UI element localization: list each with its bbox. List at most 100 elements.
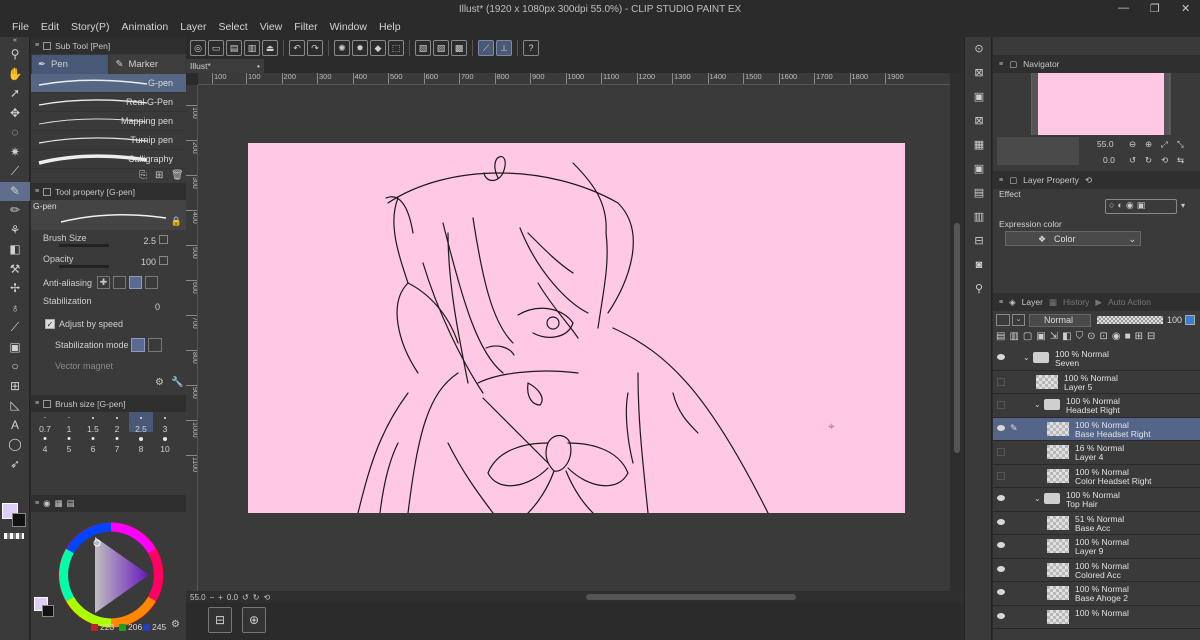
hidden-eye-icon[interactable] [997, 448, 1005, 456]
brush-item[interactable]: Turnip pen [31, 131, 186, 150]
artboard[interactable]: ⌖ [248, 143, 905, 513]
eye-icon[interactable] [997, 518, 1005, 525]
brush-tool-icon[interactable]: ⚘ [0, 221, 30, 241]
sub-view-icon[interactable]: ▣ [965, 85, 993, 109]
figure-tool-icon[interactable]: ○ [0, 357, 30, 377]
blend-tool-icon[interactable]: ✢ [0, 279, 30, 299]
transform-icon[interactable]: ⬚ [388, 40, 404, 56]
anti-aliasing-none-icon[interactable]: ✚ [97, 276, 110, 289]
tab-pen[interactable]: ✒ Pen [32, 55, 108, 74]
deselect-icon[interactable]: ▧ [415, 40, 431, 56]
maximize-icon[interactable]: ❐ [1150, 2, 1160, 15]
canvas-layout-icon[interactable]: ⊕ [242, 607, 266, 633]
color-slider-tab-icon[interactable]: ▦ [55, 498, 63, 509]
zoom-out-icon[interactable]: ⊖ [1129, 139, 1136, 150]
frame-border-tool-icon[interactable]: ⊞ [0, 377, 30, 397]
tab-layer[interactable]: Layer [1022, 297, 1043, 307]
layer-color-icon[interactable] [1185, 315, 1195, 325]
fill-tool-icon[interactable]: ♁ [0, 299, 30, 319]
panel-menu-icon[interactable]: ≡ [35, 400, 39, 407]
pen-tool-icon[interactable]: ✎ [0, 181, 30, 201]
brush-size-option[interactable]: 10 [153, 432, 177, 454]
delete-subtool-icon[interactable]: 🗑 [171, 170, 184, 181]
layer-row[interactable]: 100 % Normal Layer 9 [993, 535, 1200, 559]
brush-size-option[interactable]: 2 [105, 412, 129, 434]
stabilization-mode-b-icon[interactable] [148, 338, 162, 352]
zoom-tool-icon[interactable]: ⚲ [0, 45, 30, 65]
document-tab[interactable]: Illust* • [186, 59, 264, 73]
navigator-icon[interactable]: ⊠ [965, 61, 993, 85]
new-file-icon[interactable]: ▭ [208, 40, 224, 56]
brush-size-value[interactable]: 2.5 [143, 236, 156, 246]
panel-menu-icon[interactable]: ≡ [35, 42, 39, 49]
angle-value[interactable]: 0.0 [227, 593, 238, 602]
blend-mode-select[interactable]: Normal [1029, 314, 1091, 327]
opacity-value[interactable]: 100 [141, 257, 156, 267]
search-icon[interactable]: ⊙ [965, 37, 993, 61]
menu-story[interactable]: Story(P) [65, 18, 116, 37]
brush-size-option[interactable]: 1.5 [81, 412, 105, 434]
sub-tool-detail-icon[interactable]: 🔧 [171, 377, 183, 388]
layer-search-tab-icon[interactable]: ⟲ [1085, 175, 1092, 186]
anti-aliasing-weak-icon[interactable] [113, 276, 126, 289]
page-manager-icon[interactable]: ⊟ [208, 607, 232, 633]
layer-row[interactable]: 100 % Normal Colored Acc [993, 559, 1200, 582]
hand-tool-icon[interactable]: ✋ [0, 65, 30, 85]
material-image-icon[interactable]: ▣ [965, 157, 993, 181]
open-icon[interactable]: ▤ [226, 40, 242, 56]
auto-action-tab-icon[interactable]: ▶ [1095, 297, 1102, 308]
brush-size-option[interactable]: 1 [57, 412, 81, 434]
reset-rotation-icon[interactable]: ⟲ [263, 593, 270, 602]
hidden-eye-icon[interactable] [997, 377, 1005, 386]
eye-icon[interactable] [997, 495, 1005, 501]
pencil-tool-icon[interactable]: ✏ [0, 201, 30, 221]
gradient-tool-icon[interactable]: ▣ [0, 338, 30, 358]
brush-item[interactable]: Real G-Pen [31, 93, 186, 112]
navigator-zoom-value[interactable]: 55.0 [1097, 139, 1114, 149]
export-icon[interactable]: ⏏ [262, 40, 278, 56]
redo-icon[interactable]: ↷ [307, 40, 323, 56]
brush-size-option[interactable]: 4 [33, 432, 57, 454]
brush-item[interactable]: G-pen [31, 74, 186, 93]
layer-tab-icon[interactable]: ◈ [1009, 297, 1016, 308]
show-selection-icon[interactable]: ▩ [451, 40, 467, 56]
eye-icon[interactable] [997, 424, 1005, 431]
zoom-out-icon[interactable]: − [210, 593, 215, 602]
eye-icon[interactable] [997, 542, 1005, 548]
figure-icon[interactable]: ⚲ [965, 277, 993, 301]
layer-row[interactable]: 16 % Normal Layer 4 [993, 441, 1200, 465]
layer-mode-dropdown-icon[interactable]: ⌄ [1012, 314, 1025, 326]
layer-color-swatch[interactable] [996, 314, 1010, 326]
panel-menu-icon[interactable]: ≡ [999, 299, 1003, 306]
layer-row[interactable]: ✎ 100 % Normal Base Headset Right [993, 417, 1200, 441]
material-icon[interactable]: ⊠ [965, 109, 993, 133]
navigator-preview[interactable] [1031, 73, 1171, 135]
brush-size-option[interactable]: 2.5 [129, 412, 153, 434]
correct-line-tool-icon[interactable]: ➶ [0, 455, 30, 475]
hidden-eye-icon[interactable] [997, 471, 1005, 480]
menu-window[interactable]: Window [324, 18, 373, 37]
layer-row[interactable]: 100 % Normal Color Headset Right [993, 465, 1200, 488]
material-3d-icon[interactable]: ▤ [965, 181, 993, 205]
layer-row[interactable]: ⌄ 100 % Normal Headset Right [993, 394, 1200, 418]
ruler-tool-icon[interactable]: ◺ [0, 396, 30, 416]
fill-icon[interactable]: ◆ [370, 40, 386, 56]
color-wheel[interactable] [51, 515, 171, 635]
text-tool-icon[interactable]: A [0, 416, 30, 436]
menu-help[interactable]: Help [373, 18, 407, 37]
layer-opacity-value[interactable]: 100 [1167, 315, 1182, 325]
menu-file[interactable]: File [6, 18, 35, 37]
layer-row[interactable]: 51 % Normal Base Acc [993, 512, 1200, 535]
folder-toggle-icon[interactable]: ⌄ [1034, 400, 1041, 409]
fit-icon[interactable]: ⤢ [1161, 139, 1168, 150]
folder-toggle-icon[interactable]: ⌄ [1023, 353, 1030, 362]
decoration-tool-icon[interactable]: ⚒ [0, 260, 30, 280]
brush-size-option[interactable]: 7 [105, 432, 129, 454]
navigator-angle-value[interactable]: 0.0 [1103, 155, 1115, 165]
selection-tool-icon[interactable]: ◌ [0, 123, 30, 143]
close-tab-icon[interactable]: • [257, 61, 260, 71]
copy-subtool-icon[interactable]: ⎘ [139, 170, 147, 181]
actual-size-icon[interactable]: ⤡ [1177, 139, 1184, 150]
opacity-row[interactable]: Opacity 100 [31, 251, 186, 272]
adjust-by-speed-row[interactable]: ✓ Adjust by speed [31, 314, 186, 335]
